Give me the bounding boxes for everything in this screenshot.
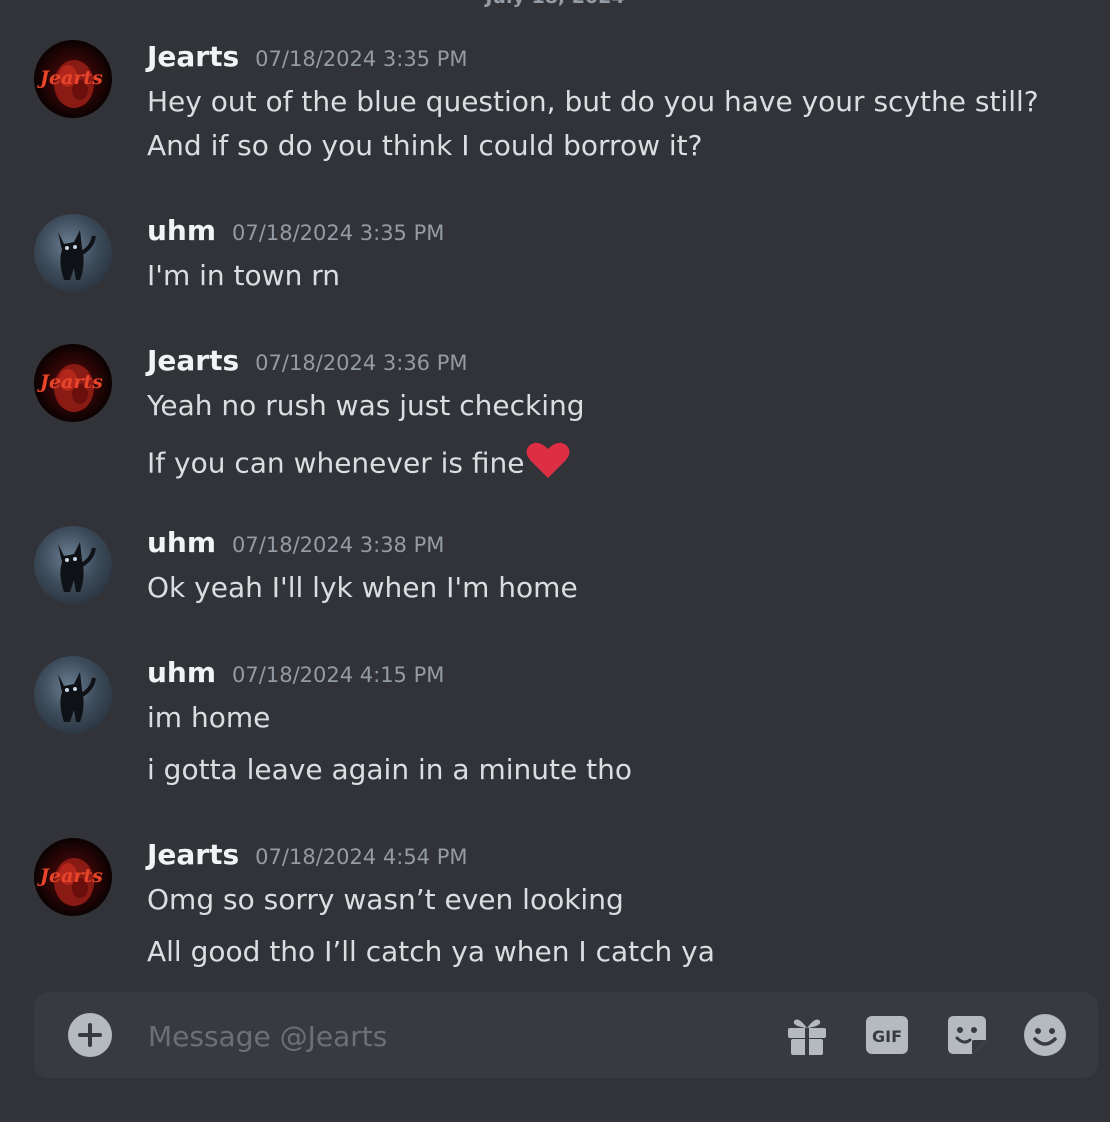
avatar[interactable] [34, 526, 112, 604]
avatar[interactable]: Jearts [34, 40, 112, 118]
username[interactable]: Jearts [147, 40, 239, 73]
message-input[interactable] [146, 1014, 750, 1058]
heart-art-icon: Jearts [37, 60, 103, 108]
message-text: im home [147, 701, 271, 734]
timestamp: 07/18/2024 3:35 PM [255, 47, 468, 71]
username[interactable]: Jearts [147, 838, 239, 871]
username[interactable]: uhm [147, 214, 216, 247]
message-text: I'm in town rn [147, 259, 340, 292]
heart-art-icon: Jearts [37, 364, 103, 412]
message-composer: GIF [34, 992, 1098, 1078]
sticker-icon[interactable] [944, 1012, 990, 1058]
date-divider: July 18, 2024 [0, 0, 1110, 8]
message-header: uhm 07/18/2024 4:15 PM [147, 656, 444, 692]
message-text: All good tho I’ll catch ya when I catch … [147, 935, 715, 968]
black-cat-icon [58, 230, 96, 280]
message-text: i gotta leave again in a minute tho [147, 753, 632, 786]
message-text: Yeah no rush was just checking [147, 389, 585, 422]
timestamp: 07/18/2024 3:38 PM [232, 533, 445, 557]
avatar[interactable] [34, 214, 112, 292]
gift-icon[interactable] [784, 1012, 830, 1058]
gif-icon[interactable]: GIF [864, 1012, 910, 1058]
username[interactable]: uhm [147, 656, 216, 689]
message-header: Jearts 07/18/2024 4:54 PM [147, 838, 468, 874]
avatar-label: Jearts [37, 371, 103, 393]
message-text: Hey out of the blue question, but do you… [147, 85, 1039, 118]
message-text-with-emoji: If you can whenever is fine [147, 440, 571, 489]
red-heart-icon [525, 440, 571, 489]
avatar[interactable] [34, 656, 112, 734]
message-header: uhm 07/18/2024 3:38 PM [147, 526, 444, 562]
avatar-label: Jearts [37, 865, 103, 887]
black-cat-icon [58, 542, 96, 592]
plus-circle-icon[interactable] [68, 1013, 112, 1057]
timestamp: 07/18/2024 4:54 PM [255, 845, 468, 869]
emoji-icon[interactable] [1022, 1012, 1068, 1058]
avatar[interactable]: Jearts [34, 344, 112, 422]
avatar-label: Jearts [37, 67, 103, 89]
message-text: If you can whenever is fine [147, 446, 525, 480]
username[interactable]: Jearts [147, 344, 239, 377]
black-cat-icon [58, 672, 96, 722]
avatar[interactable]: Jearts [34, 838, 112, 916]
message-text: And if so do you think I could borrow it… [147, 129, 703, 162]
username[interactable]: uhm [147, 526, 216, 559]
dm-chat-window: July 18, 2024 Jearts Jearts 07/18/2024 3… [0, 0, 1110, 1122]
message-header: Jearts 07/18/2024 3:36 PM [147, 344, 468, 380]
timestamp: 07/18/2024 3:35 PM [232, 221, 445, 245]
heart-art-icon: Jearts [37, 858, 103, 906]
message-text: Omg so sorry wasn’t even looking [147, 883, 624, 916]
message-header: Jearts 07/18/2024 3:35 PM [147, 40, 468, 76]
timestamp: 07/18/2024 4:15 PM [232, 663, 445, 687]
message-text: Ok yeah I'll lyk when I'm home [147, 571, 578, 604]
message-header: uhm 07/18/2024 3:35 PM [147, 214, 444, 250]
gif-label: GIF [872, 1027, 902, 1046]
timestamp: 07/18/2024 3:36 PM [255, 351, 468, 375]
